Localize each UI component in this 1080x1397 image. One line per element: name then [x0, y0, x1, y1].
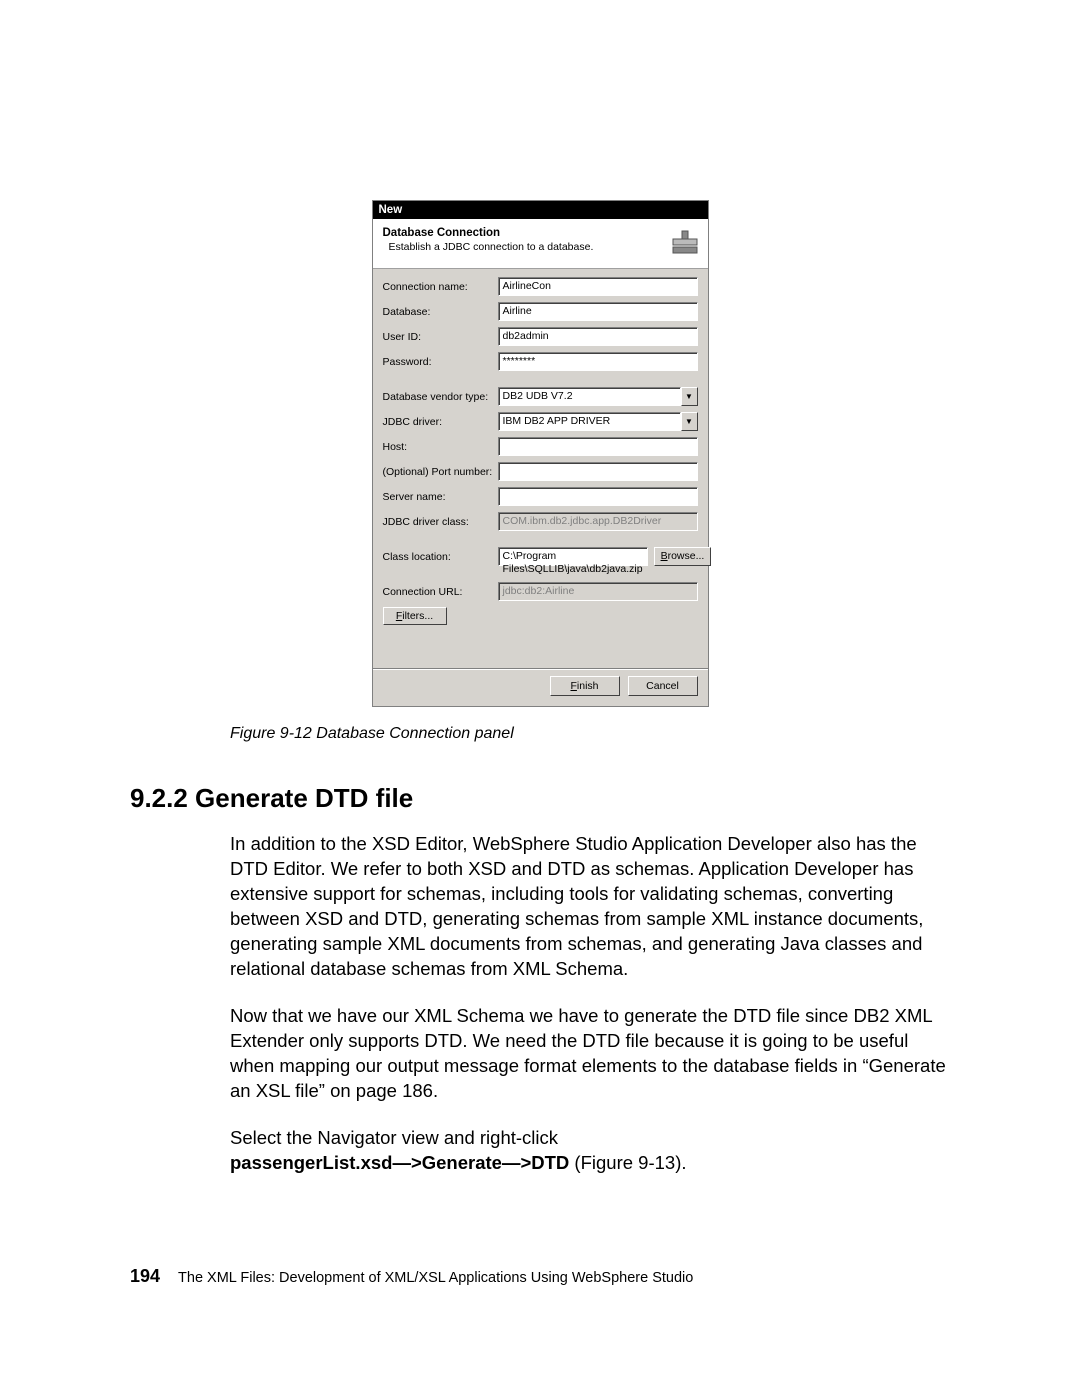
dialog-banner: Database Connection Establish a JDBC con…	[373, 219, 708, 269]
paragraph-2: Now that we have our XML Schema we have …	[230, 1004, 950, 1104]
connection-url-input: jdbc:db2:Airline	[498, 582, 698, 601]
chevron-down-icon: ▼	[681, 387, 698, 406]
cancel-button[interactable]: Cancel	[628, 676, 698, 696]
label-connection-url: Connection URL:	[383, 586, 498, 598]
vendor-type-value: DB2 UDB V7.2	[498, 387, 681, 406]
port-input[interactable]	[498, 462, 698, 481]
label-driver-class: JDBC driver class:	[383, 516, 498, 528]
password-input[interactable]: ********	[498, 352, 698, 371]
label-user-id: User ID:	[383, 331, 498, 343]
label-jdbc-driver: JDBC driver:	[383, 416, 498, 428]
paragraph-3a: Select the Navigator view and right-clic…	[230, 1127, 558, 1148]
label-class-location: Class location:	[383, 551, 498, 563]
browse-button[interactable]: Browse...	[654, 547, 712, 566]
paragraph-1: In addition to the XSD Editor, WebSphere…	[230, 832, 950, 982]
dialog-button-row: Finish Cancel	[373, 669, 708, 706]
chevron-down-icon: ▼	[681, 412, 698, 431]
connection-name-input[interactable]: AirlineCon	[498, 277, 698, 296]
dialog-banner-subtitle: Establish a JDBC connection to a databas…	[383, 241, 700, 253]
server-input[interactable]	[498, 487, 698, 506]
paragraph-3b: (Figure 9-13).	[569, 1152, 686, 1173]
vendor-type-select[interactable]: DB2 UDB V7.2 ▼	[498, 387, 698, 406]
page-footer: 194 The XML Files: Development of XML/XS…	[130, 1266, 950, 1287]
database-connection-dialog: New Database Connection Establish a JDBC…	[372, 200, 709, 707]
section-heading: 9.2.2 Generate DTD file	[130, 783, 950, 814]
dialog-titlebar: New	[373, 201, 708, 219]
finish-button[interactable]: Finish	[550, 676, 620, 696]
host-input[interactable]	[498, 437, 698, 456]
paragraph-3-bold: passengerList.xsd—>Generate—>DTD	[230, 1152, 569, 1173]
jdbc-driver-value: IBM DB2 APP DRIVER	[498, 412, 681, 431]
label-vendor-type: Database vendor type:	[383, 391, 498, 403]
dialog-body: Connection name: AirlineCon Database: Ai…	[373, 269, 708, 669]
database-input[interactable]: Airline	[498, 302, 698, 321]
page-number: 194	[130, 1266, 160, 1287]
footer-title: The XML Files: Development of XML/XSL Ap…	[178, 1270, 693, 1286]
label-port: (Optional) Port number:	[383, 466, 498, 478]
paragraph-3: Select the Navigator view and right-clic…	[230, 1126, 950, 1176]
label-password: Password:	[383, 356, 498, 368]
dialog-banner-title: Database Connection	[383, 227, 700, 239]
label-host: Host:	[383, 441, 498, 453]
dialog-title-text: New	[379, 204, 403, 216]
label-connection-name: Connection name:	[383, 281, 498, 293]
label-database: Database:	[383, 306, 498, 318]
label-server: Server name:	[383, 491, 498, 503]
driver-class-input: COM.ibm.db2.jdbc.app.DB2Driver	[498, 512, 698, 531]
database-icon	[670, 229, 700, 255]
jdbc-driver-select[interactable]: IBM DB2 APP DRIVER ▼	[498, 412, 698, 431]
class-location-input[interactable]: C:\Program Files\SQLLIB\java\db2java.zip	[498, 547, 648, 566]
figure-caption: Figure 9-12 Database Connection panel	[230, 725, 950, 743]
user-id-input[interactable]: db2admin	[498, 327, 698, 346]
filters-button[interactable]: Filters...	[383, 607, 447, 625]
